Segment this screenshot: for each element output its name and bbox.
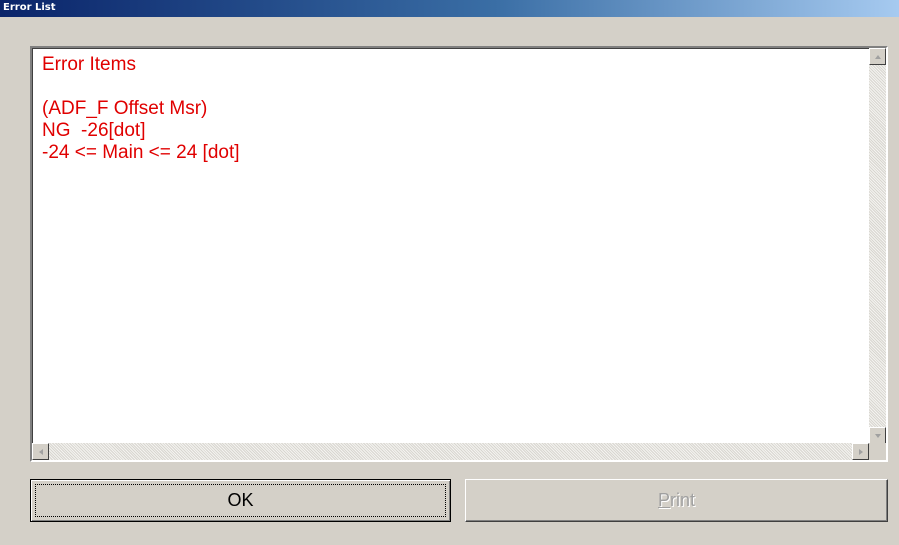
error-line: [42, 76, 240, 98]
focus-rectangle: [35, 484, 446, 517]
arrow-left-icon: [38, 448, 43, 455]
print-accelerator-key: P: [657, 490, 670, 510]
scroll-up-button[interactable]: [869, 48, 886, 65]
print-button[interactable]: Print: [465, 479, 888, 522]
vertical-scrollbar[interactable]: [869, 48, 886, 444]
scroll-left-button[interactable]: [32, 443, 49, 460]
error-line: -24 <= Main <= 24 [dot]: [42, 142, 240, 163]
arrow-up-icon: [874, 54, 881, 59]
error-text-content: Error Items (ADF_F Offset Msr) NG -26[do…: [42, 54, 240, 164]
arrow-down-icon: [874, 433, 881, 438]
horizontal-scrollbar[interactable]: [32, 443, 869, 460]
arrow-right-icon: [858, 448, 863, 455]
print-button-label: Print: [658, 490, 695, 511]
error-line: NG -26[dot]: [42, 120, 146, 141]
scroll-down-button[interactable]: [869, 427, 886, 444]
error-line: (ADF_F Offset Msr): [42, 98, 208, 119]
error-line: Error Items: [42, 54, 136, 75]
error-list-textbox[interactable]: Error Items (ADF_F Offset Msr) NG -26[do…: [30, 46, 888, 462]
print-label-rest: rint: [670, 490, 696, 510]
scrollbar-corner: [869, 443, 886, 460]
scroll-right-button[interactable]: [852, 443, 869, 460]
window-title: Error List: [3, 2, 56, 13]
title-bar[interactable]: Error List: [0, 0, 899, 17]
ok-button[interactable]: OK: [30, 479, 451, 522]
